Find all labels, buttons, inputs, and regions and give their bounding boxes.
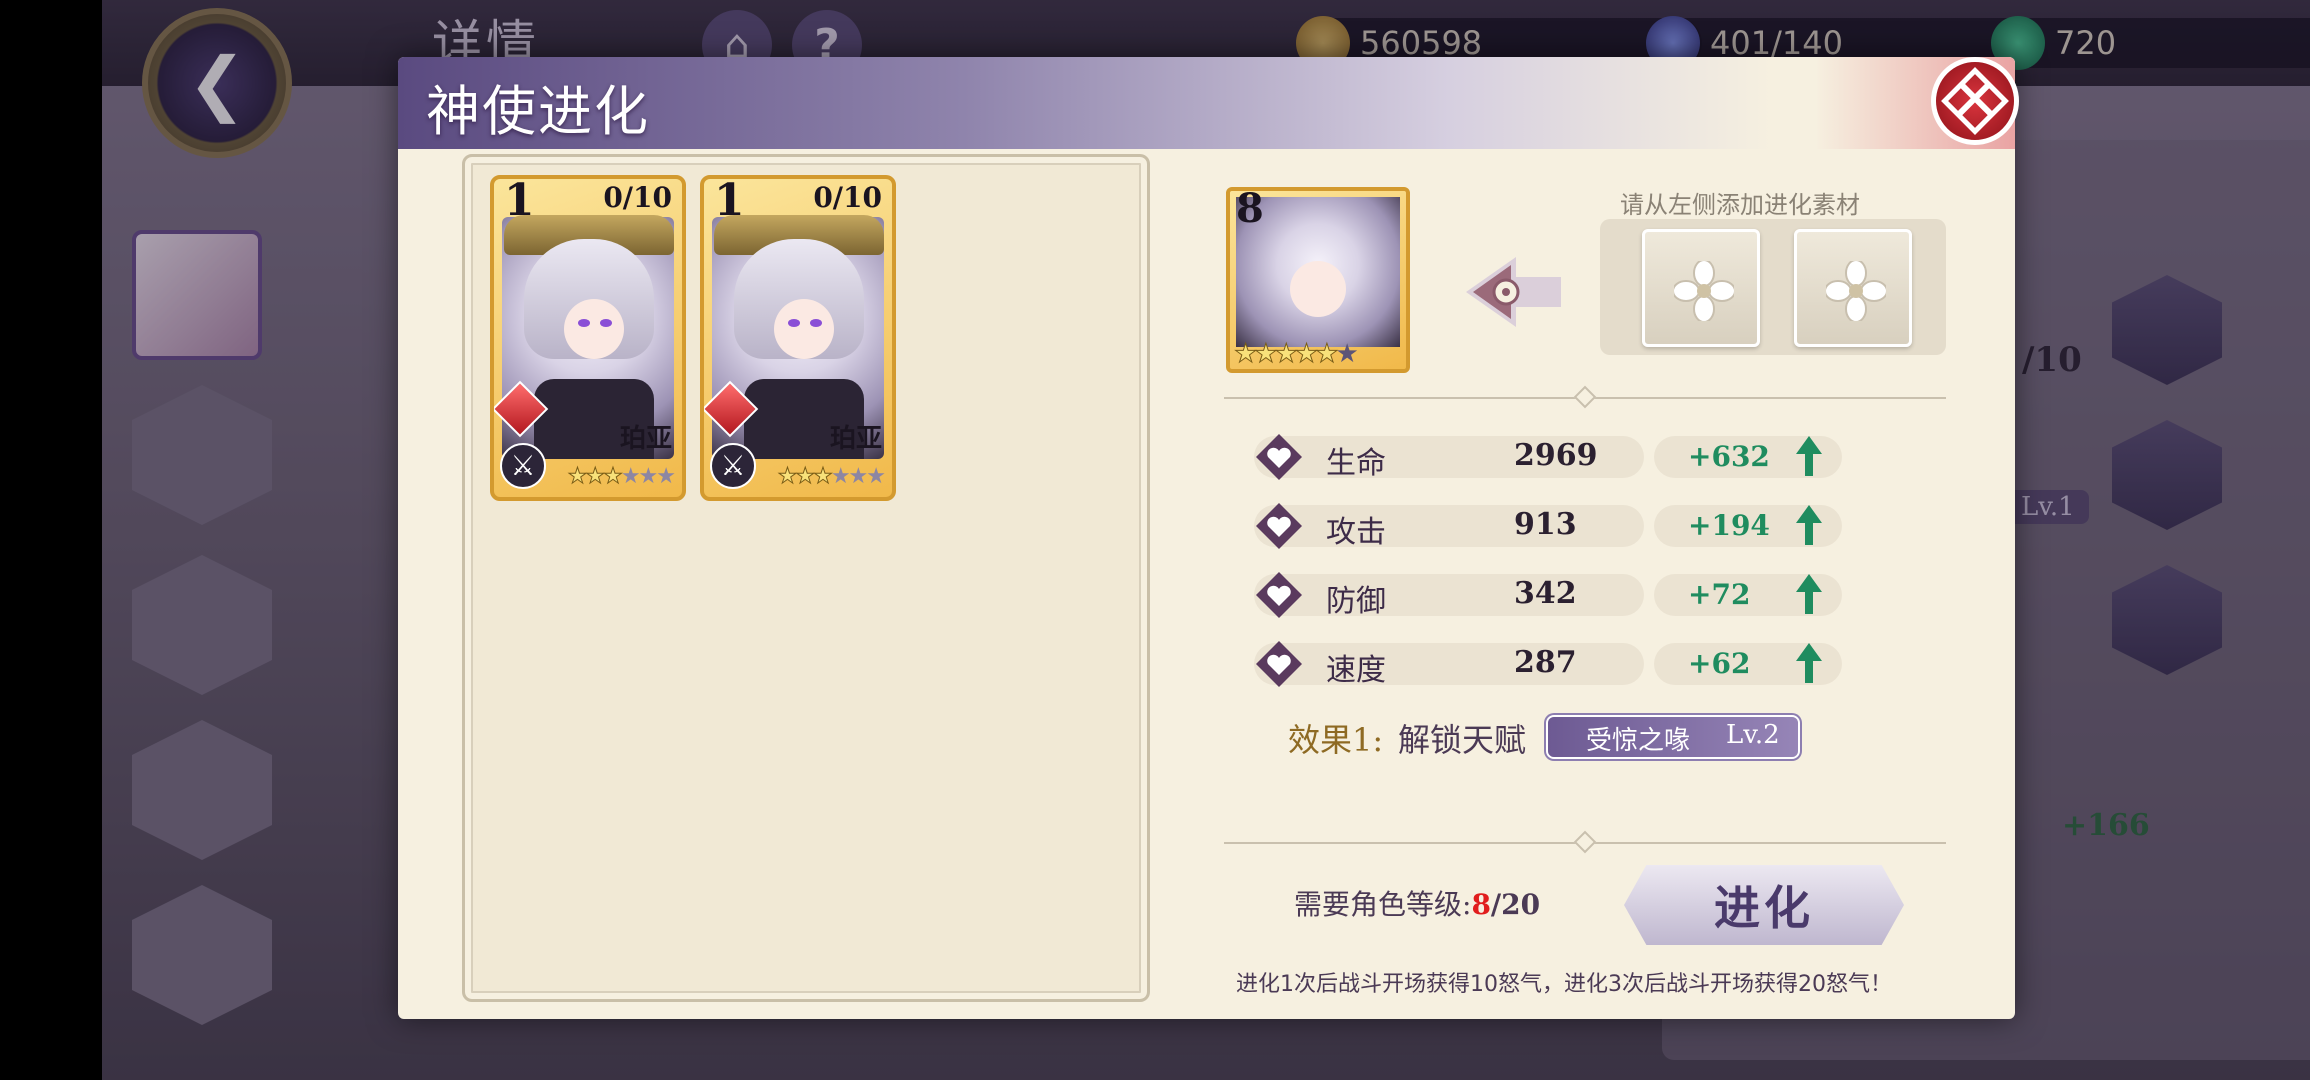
talent-badge[interactable]: 受惊之喙 Lv.2 xyxy=(1548,717,1798,757)
modal-title: 神使进化 xyxy=(426,80,650,143)
stat-bonus: +194 xyxy=(1688,509,1770,542)
stat-value: 2969 xyxy=(1514,438,1598,473)
material-slot[interactable] xyxy=(1642,229,1760,347)
stat-value: 287 xyxy=(1514,645,1577,680)
add-material-hint: 请从左侧添加进化素材 xyxy=(1620,191,1860,219)
stat-bar xyxy=(1254,574,1644,616)
eye-graphic xyxy=(788,319,800,327)
face-graphic xyxy=(1290,261,1346,317)
divider xyxy=(1224,385,1946,409)
stat-row-defense: 防御 342 +72 xyxy=(1254,570,1844,620)
stat-row-attack: 攻击 913 +194 xyxy=(1254,501,1844,551)
card-level: 1 xyxy=(504,175,535,226)
stat-bar xyxy=(1254,643,1644,685)
evolve-button-label: 进化 xyxy=(1714,881,1814,935)
requirement-max: /20 xyxy=(1490,888,1541,921)
talent-level: Lv.2 xyxy=(1726,720,1780,750)
card-level: 1 xyxy=(714,175,745,226)
material-slot[interactable] xyxy=(1794,229,1912,347)
eye-graphic xyxy=(578,319,590,327)
heart-stat-icon xyxy=(1256,572,1302,618)
current-level: 8 xyxy=(1236,187,1264,232)
flower-placeholder-icon xyxy=(1674,261,1734,321)
effect-label: 效果1: xyxy=(1288,721,1384,759)
stat-label: 攻击 xyxy=(1326,515,1386,550)
stat-label: 速度 xyxy=(1326,653,1386,688)
stat-bonus: +72 xyxy=(1688,578,1751,611)
flower-placeholder-icon xyxy=(1826,261,1886,321)
up-arrow-icon xyxy=(1796,505,1822,545)
level-requirement: 需要角色等级:8/20 xyxy=(1294,883,1540,923)
requirement-current: 8 xyxy=(1471,888,1491,921)
divider xyxy=(1224,830,1946,854)
eye-graphic xyxy=(600,319,612,327)
divider-ornament xyxy=(1573,830,1597,854)
current-stars: ★★★★★★ xyxy=(1234,339,1359,370)
divider-ornament xyxy=(1573,385,1597,409)
card-stars: ★★★★★★ xyxy=(777,464,886,490)
stat-bar xyxy=(1254,505,1644,547)
stat-bonus: +632 xyxy=(1688,440,1770,473)
evolve-button[interactable]: 进化 xyxy=(1624,865,1904,945)
stat-row-speed: 速度 287 +62 xyxy=(1254,639,1844,689)
requirement-label: 需要角色等级: xyxy=(1294,888,1472,921)
up-arrow-icon xyxy=(1796,574,1822,614)
face-graphic xyxy=(564,299,624,359)
up-arrow-icon xyxy=(1796,643,1822,683)
evolution-modal: 神使进化 1 0/10 ⚔ 珀亚 ★★★★★★ 1 0/10 ⚔ 珀亚 ★★★★… xyxy=(398,57,2019,1019)
material-card[interactable]: 1 0/10 ⚔ 珀亚 ★★★★★★ xyxy=(490,175,686,501)
close-button[interactable] xyxy=(1931,57,2019,145)
card-count: 0/10 xyxy=(603,181,672,214)
sword-icon: ⚔ xyxy=(500,443,546,489)
stat-label: 生命 xyxy=(1326,446,1386,481)
card-stars: ★★★★★★ xyxy=(567,464,676,490)
heart-stat-icon xyxy=(1256,641,1302,687)
evolution-note: 进化1次后战斗开场获得10怒气，进化3次后战斗开场获得20怒气！ xyxy=(1236,972,1892,997)
stat-value: 913 xyxy=(1514,507,1577,542)
heart-stat-icon xyxy=(1256,503,1302,549)
effect-text: 解锁天赋 xyxy=(1398,721,1527,759)
eye-graphic xyxy=(810,319,822,327)
current-character-card: 8 ★★★★★★ xyxy=(1226,187,1410,373)
stat-bonus: +62 xyxy=(1688,647,1751,680)
stat-label: 防御 xyxy=(1326,584,1386,619)
card-count: 0/10 xyxy=(813,181,882,214)
stat-value: 342 xyxy=(1514,576,1577,611)
sword-icon: ⚔ xyxy=(710,443,756,489)
up-arrow-icon xyxy=(1796,436,1822,476)
face-graphic xyxy=(774,299,834,359)
talent-name: 受惊之喙 xyxy=(1586,726,1691,756)
heart-stat-icon xyxy=(1256,434,1302,480)
stat-row-hp: 生命 2969 +632 xyxy=(1254,432,1844,482)
card-name: 珀亚 xyxy=(619,424,672,454)
evolve-arrow-icon xyxy=(1466,257,1561,327)
close-icon xyxy=(1941,67,2009,135)
material-card[interactable]: 1 0/10 ⚔ 珀亚 ★★★★★★ xyxy=(700,175,896,501)
card-name: 珀亚 xyxy=(829,424,882,454)
